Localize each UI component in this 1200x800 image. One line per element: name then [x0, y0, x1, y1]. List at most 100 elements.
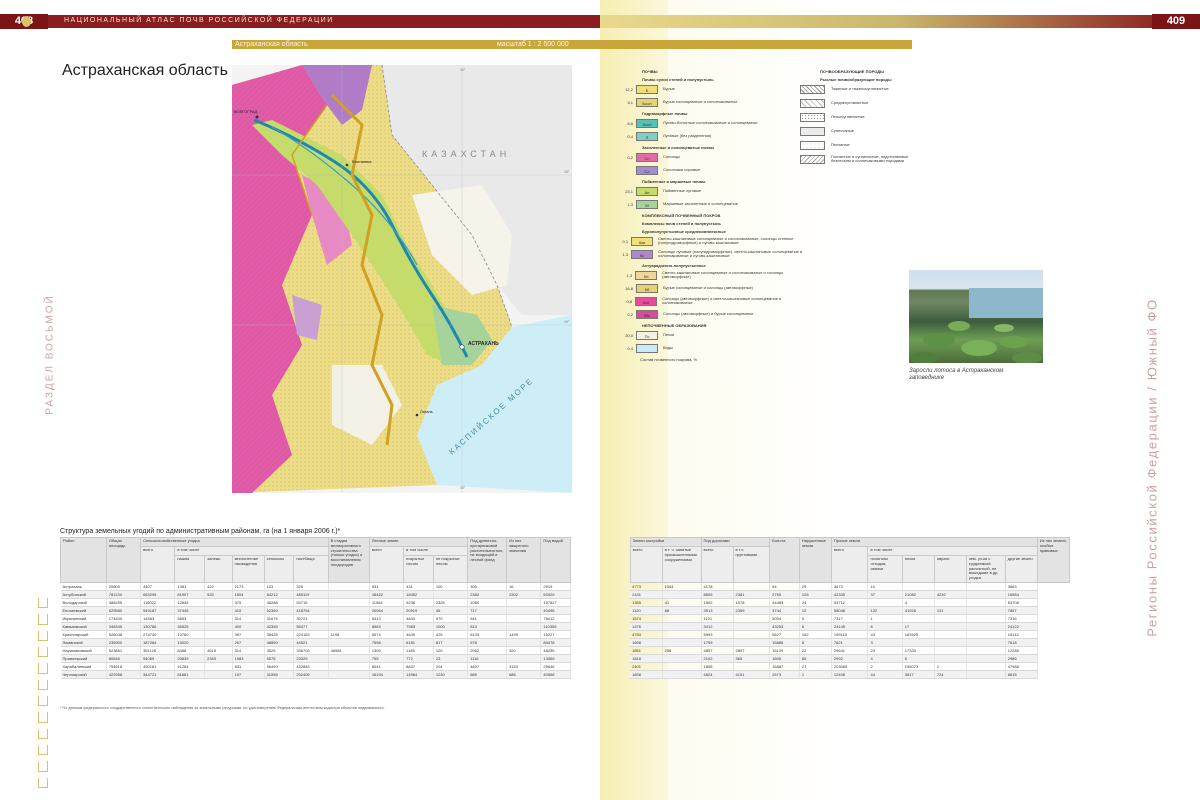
table-cell: 15020 — [174, 638, 206, 647]
table-cell: 46581 — [328, 646, 370, 655]
table-cell — [662, 614, 702, 623]
table-cell: 422 — [204, 582, 233, 591]
table-cell — [328, 582, 370, 591]
table-cell: 1230 — [433, 670, 469, 679]
table-row: Енотаевский 629580 549187 37445 415 52369 4187… — [60, 606, 1070, 615]
legend-swatch: Ап — [636, 186, 658, 196]
table-cell: 126 — [799, 590, 832, 599]
label-kazakhstan: КАЗАХСТАН — [422, 149, 510, 159]
rock-swatch — [800, 140, 825, 150]
table-cell: 4857 — [701, 646, 734, 655]
table-cell: 1502 — [701, 598, 734, 607]
table-cell — [966, 670, 1006, 679]
table-cell: 100 — [433, 582, 469, 591]
legend-percent: 0,8 — [626, 298, 633, 304]
district-name-cell: Наримановский — [60, 646, 107, 655]
photo-caption: Заросли лотоса в Астраханском заповедник… — [909, 368, 1004, 381]
col-build-all: всего — [629, 546, 663, 583]
table-cell: 5 — [799, 614, 832, 623]
legend-swatch: Бсол — [636, 97, 658, 107]
table-cell: 10 — [867, 582, 903, 591]
table-row: Приволжский 80646 54069 20839 2343 1983 5575 23… — [60, 654, 1070, 663]
legend-text: Пески — [663, 331, 675, 337]
table-cell: 4 — [902, 598, 935, 607]
table-cell: 14964 — [403, 670, 434, 679]
table-cell: 199110 — [831, 630, 869, 639]
table-cell — [934, 582, 967, 591]
legend-swatch: Л — [636, 131, 658, 141]
table-cell: 4407 — [140, 582, 176, 591]
table-cell: 485119 — [293, 590, 329, 599]
table-cell: 43253 — [769, 622, 800, 631]
table-cell: 1000 — [433, 622, 469, 631]
legend-percent: 1,3 — [627, 201, 633, 207]
legend-percent: 0,4 — [627, 345, 633, 351]
table-cell: 397 — [232, 630, 265, 639]
table-cell: 3 — [867, 638, 903, 647]
table-cell: 89478 — [540, 638, 572, 647]
table-cell — [966, 598, 1006, 607]
table-cell: 1120 — [630, 606, 663, 615]
col-other-sand: пески — [901, 555, 935, 583]
table-cell — [506, 638, 542, 647]
table-cell: 754618 — [106, 662, 142, 671]
table-cell — [934, 614, 967, 623]
table-cell — [662, 622, 702, 631]
col-forest-all: всего — [368, 546, 405, 583]
table-cell: 20839 — [174, 654, 206, 663]
table-cell: 9238 — [403, 598, 434, 607]
table-cell — [966, 582, 1006, 591]
table-cell: 8505 — [701, 590, 734, 599]
rock-legend-item: Легкосуглинистые — [800, 111, 920, 123]
legend-text: Солонцы — [663, 153, 681, 159]
table-cell: 3673 — [831, 582, 869, 591]
table-cell: 1355 — [630, 598, 663, 607]
table-cell — [662, 638, 702, 647]
legend-swatch — [636, 343, 658, 353]
table-cell: 224163 — [293, 630, 329, 639]
table-cell: 4824 — [701, 670, 734, 679]
table-cell: 1898 — [630, 670, 663, 679]
legend-text: Воды — [663, 344, 674, 350]
table-cell: 12845 — [174, 598, 206, 607]
table-cell: 533 — [204, 590, 233, 599]
table-cell: 418754 — [293, 606, 329, 615]
legend-item: 1,3 Кс Солонцы луговые (полугидроморфные),… — [618, 248, 804, 260]
col-forest-uncovered: не покрытые лесом — [432, 555, 469, 583]
table-cell: 490181 — [140, 662, 176, 671]
label-enotaevka: Енотаевка — [352, 159, 372, 164]
grid-label: 49° — [564, 320, 570, 324]
legend-item: 23,1 Ап Пойменные луговые — [618, 185, 804, 197]
table-cell: 686 — [506, 670, 542, 679]
rock-legend-item: Песчаные — [800, 139, 920, 151]
legend-item: 0,4 Л Луговые (без разделения) — [618, 130, 804, 142]
table-cell: 6 — [902, 654, 935, 663]
legend-swatch: М — [636, 199, 658, 209]
table-cell: 320 — [506, 646, 542, 655]
table-cell: 81661 — [174, 670, 206, 679]
table-cell — [662, 662, 702, 671]
table-cell: 1121 — [701, 614, 734, 623]
legend-text: Солонцы (автоморфные) и светло-каштановы… — [662, 295, 782, 305]
table-cell — [328, 638, 370, 647]
legend-swatch: Ккв — [631, 236, 654, 246]
soil-legend: ПОЧВЫ Почвы сухих степей и полупустынь 1… — [618, 66, 804, 363]
table-cell: 37445 — [174, 606, 206, 615]
region-label: Регионы Российской Федерации / Южный ФО — [1144, 298, 1160, 637]
table-cell — [902, 638, 935, 647]
table-cell: 4178 — [701, 582, 734, 591]
table-cell: 1198 — [328, 630, 370, 639]
legend-title: ПОЧВЫ — [642, 69, 658, 74]
table-cell: 103 — [264, 582, 295, 591]
table-cell: 7598 — [369, 638, 405, 647]
table-cell: 3153 — [506, 662, 542, 671]
table-cell: 415 — [232, 606, 265, 615]
table-cell — [934, 598, 967, 607]
legend-text: Бурые солонцеватые и солонцы (автоморфны… — [663, 284, 754, 290]
table-cell: 197 — [232, 670, 265, 679]
table-cell: 81907 — [174, 590, 206, 599]
table-cell — [966, 606, 1006, 615]
legend-group: НЕПОЧВЕННЫЕ ОБРАЗОВАНИЯ — [642, 323, 707, 328]
legend-percent: 1,3 — [622, 251, 629, 257]
table-cell: 15129 — [769, 646, 800, 655]
